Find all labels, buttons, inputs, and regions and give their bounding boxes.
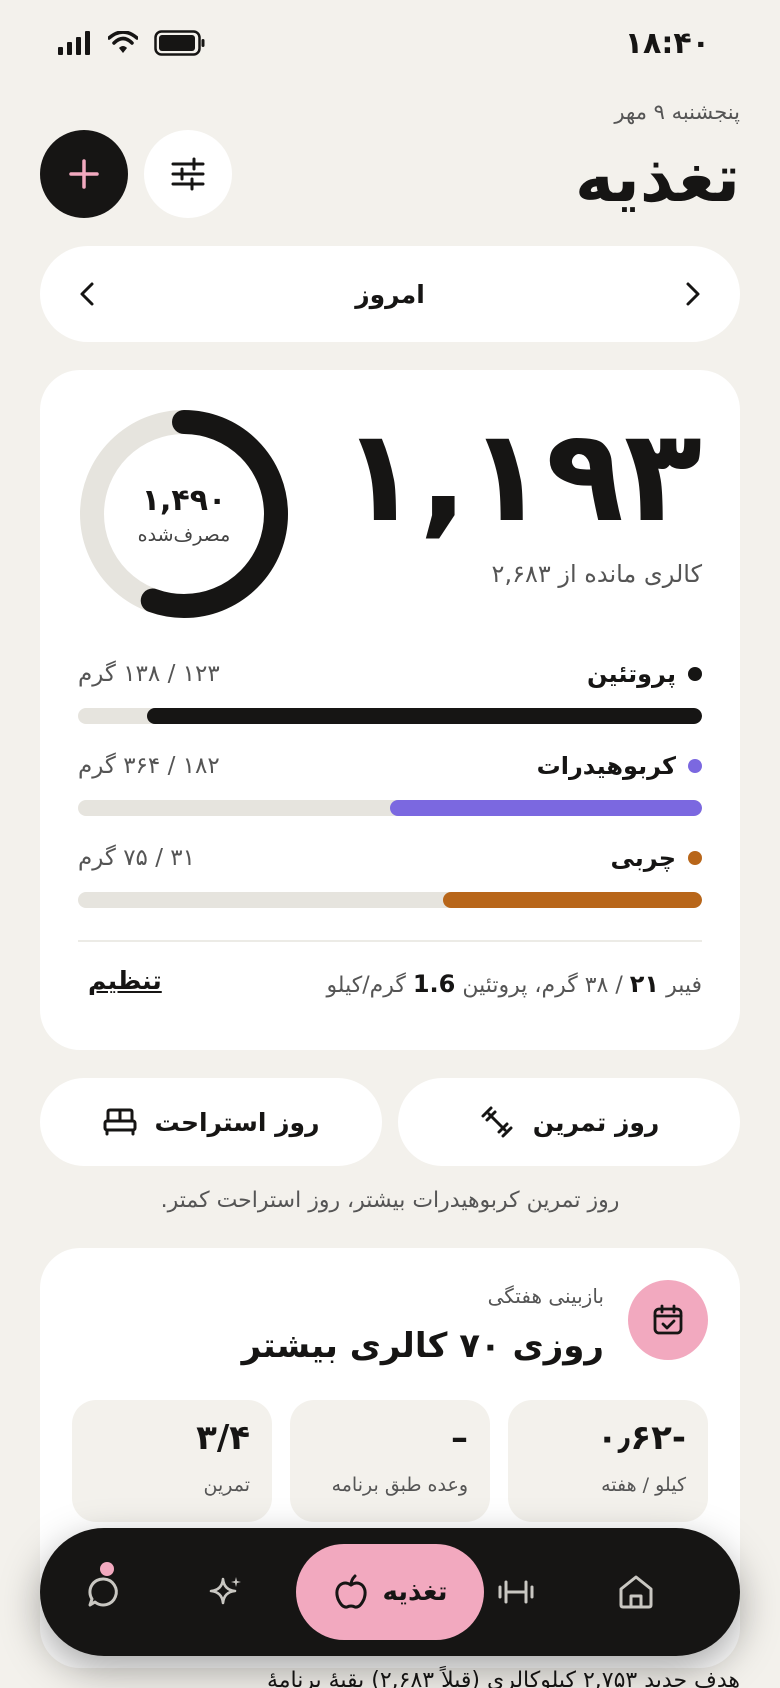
- filter-button[interactable]: [144, 130, 232, 218]
- tab-nutrition[interactable]: تغذیه: [296, 1544, 484, 1640]
- stat-weight: -۰٫۶۲ کیلو / هفته: [508, 1400, 708, 1522]
- calendar-badge: [628, 1280, 708, 1360]
- tab-nutrition-label: تغذیه: [382, 1577, 448, 1607]
- macro-dot: [688, 667, 702, 681]
- status-bar: ۱۸:۴۰: [0, 0, 780, 90]
- protein-ratio: 1.6: [412, 970, 456, 998]
- stat-label: کیلو / هفته: [601, 1474, 686, 1496]
- remaining-calories-label: کالری مانده از ۲,۶۸۳: [491, 560, 702, 588]
- stat-meals: – وعده طبق برنامه: [290, 1400, 490, 1522]
- dumbbell-icon: [481, 1106, 513, 1138]
- calorie-summary-card: ۱,۴۹۰ مصرف‌شده ۱,۱۹۳ کالری مانده از ۲,۶۸…: [40, 370, 740, 1050]
- wifi-icon: [108, 31, 138, 53]
- fiber-value: ۲۱: [629, 970, 660, 998]
- settings-link[interactable]: تنظیم: [88, 966, 162, 995]
- weekly-label: بازبینی هفتگی: [487, 1284, 604, 1308]
- rest-day-label: روز استراحت: [154, 1107, 320, 1137]
- macro-fill: [443, 892, 702, 908]
- chat-bubble-icon: [88, 1577, 118, 1607]
- home-icon: [619, 1575, 653, 1609]
- remaining-calories: ۱,۱۹۳: [340, 402, 702, 551]
- macro-fat: چربی ۳۱ / ۷۵ گرم: [78, 840, 702, 908]
- stat-value: -۰٫۶۲: [596, 1418, 686, 1458]
- notification-dot: [100, 1562, 114, 1576]
- consumed-value: ۱,۴۹۰: [141, 482, 227, 518]
- chevron-right-icon[interactable]: [682, 280, 704, 308]
- macro-amount: ۳۱ / ۷۵ گرم: [78, 845, 196, 871]
- stat-workouts: ۳/۴ تمرین: [72, 1400, 272, 1522]
- signal-icon: [58, 31, 90, 55]
- divider: [78, 940, 702, 942]
- header-date: پنجشنبه ۹ مهر: [614, 100, 740, 124]
- fiber-middle: / ۳۸ گرم، پروتئین: [462, 973, 623, 998]
- macro-fill: [146, 708, 702, 724]
- apple-icon: [334, 1574, 367, 1609]
- status-icons: [58, 30, 206, 56]
- macro-amount: ۱۸۲ / ۳۶۴ گرم: [78, 753, 220, 779]
- macro-protein: پروتئین ۱۲۳ / ۱۳۸ گرم: [78, 656, 702, 724]
- status-time: ۱۸:۴۰: [624, 26, 710, 61]
- stat-value: ۳/۴: [196, 1418, 250, 1458]
- plus-icon: [69, 159, 99, 189]
- macro-track: [78, 708, 702, 724]
- day-navigator: امروز: [40, 246, 740, 342]
- fiber-prefix: فیبر: [666, 973, 702, 998]
- tab-bar: تغذیه: [40, 1528, 740, 1656]
- macro-name: پروتئین: [586, 660, 676, 688]
- stat-label: تمرین: [203, 1474, 250, 1496]
- add-button[interactable]: [40, 130, 128, 218]
- training-day-button[interactable]: روز تمرین: [398, 1078, 740, 1166]
- macro-name: کربوهیدرات: [536, 752, 676, 780]
- sliders-icon: [171, 157, 205, 191]
- macro-name: چربی: [610, 844, 676, 872]
- fiber-summary: فیبر ۲۱ / ۳۸ گرم، پروتئین 1.6 گرم/کیلو: [326, 970, 702, 998]
- rest-day-button[interactable]: روز استراحت: [40, 1078, 382, 1166]
- chevron-left-icon[interactable]: [76, 280, 98, 308]
- calendar-check-icon: [653, 1304, 683, 1335]
- sparkle-icon: [209, 1577, 241, 1605]
- macro-dot: [688, 759, 702, 773]
- day-type-hint: روز تمرین کربوهیدرات بیشتر، روز استراحت …: [160, 1188, 620, 1213]
- macro-track: [78, 800, 702, 816]
- macro-amount: ۱۲۳ / ۱۳۸ گرم: [78, 661, 220, 687]
- tab-chat[interactable]: [64, 1528, 144, 1656]
- consumed-ring: ۱,۴۹۰ مصرف‌شده: [78, 408, 290, 620]
- stat-value: –: [451, 1418, 468, 1458]
- barbell-icon: [498, 1580, 534, 1604]
- weekly-title: روزی ۷۰ کالری بیشتر: [241, 1326, 604, 1366]
- goal-update-text: هدف جدید ۲,۷۵۳ کیلوکالری (قبلاً ۲,۶۸۳) ب…: [266, 1668, 740, 1688]
- tab-workout[interactable]: [476, 1528, 556, 1656]
- training-day-label: روز تمرین: [532, 1107, 660, 1137]
- fiber-suffix: گرم/کیلو: [326, 973, 406, 998]
- macro-dot: [688, 851, 702, 865]
- page-title: تغذیه: [575, 140, 741, 217]
- macro-fill: [390, 800, 702, 816]
- stat-label: وعده طبق برنامه: [331, 1474, 468, 1496]
- day-label: امروز: [355, 279, 425, 309]
- tab-ai[interactable]: [186, 1528, 266, 1656]
- macro-track: [78, 892, 702, 908]
- bed-icon: [103, 1108, 136, 1136]
- consumed-label: مصرف‌شده: [137, 523, 231, 546]
- battery-icon: [154, 30, 205, 56]
- macro-carbs: کربوهیدرات ۱۸۲ / ۳۶۴ گرم: [78, 748, 702, 816]
- tab-home[interactable]: [596, 1528, 676, 1656]
